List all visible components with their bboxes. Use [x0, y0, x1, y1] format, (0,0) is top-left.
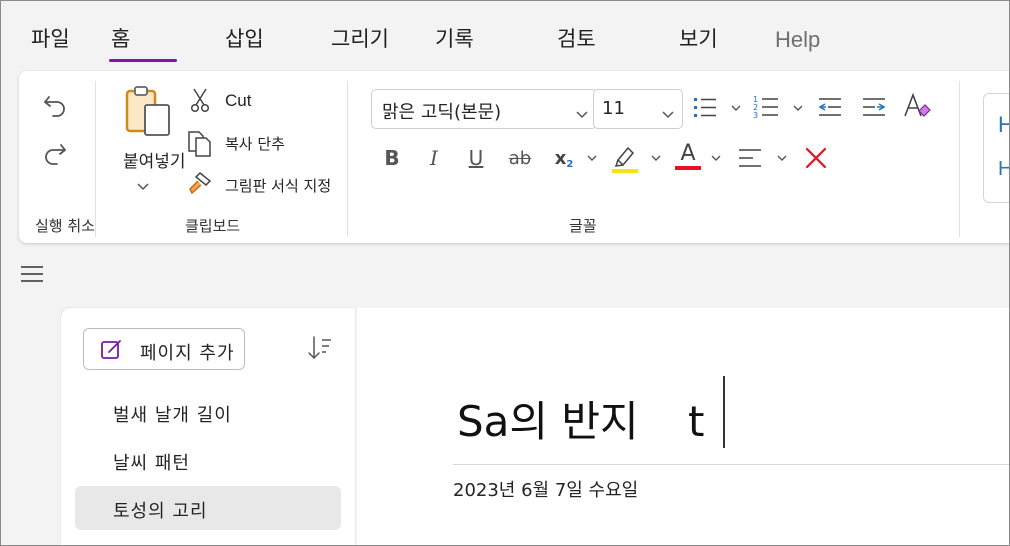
cut-label[interactable]: Cut	[225, 91, 251, 111]
page-date: 2023년 6월 7일 수요일	[453, 480, 639, 501]
app-window: 파일 홈 삽입 그리기 기록 검토 보기 Help 실행 취소 붙여넣기 Cut…	[0, 0, 1010, 546]
chevron-down-icon[interactable]	[649, 151, 663, 165]
cut-icon[interactable]	[187, 87, 213, 113]
bold-button[interactable]: B	[381, 143, 403, 173]
tab-insert[interactable]: 삽입	[225, 23, 264, 53]
format-painter-label[interactable]: 그림판 서식 지정	[225, 175, 331, 196]
numbering-icon[interactable]: 123	[751, 93, 781, 121]
chevron-down-icon[interactable]	[709, 151, 723, 165]
tab-review[interactable]: 검토	[557, 23, 596, 53]
undo-group-label: 실행 취소	[35, 217, 95, 235]
style-heading1-preview: H	[998, 112, 1009, 138]
title-divider	[453, 464, 1009, 465]
format-painter-icon[interactable]	[185, 169, 215, 197]
tab-history[interactable]: 기록	[435, 23, 474, 53]
page-canvas[interactable]: Sa의 반지 t 2023년 6월 7일 수요일	[357, 308, 1009, 545]
page-list-item[interactable]: 벌새 날개 길이	[75, 390, 341, 434]
styles-gallery[interactable]: H H	[983, 93, 1009, 203]
page-title-trail: t	[688, 397, 705, 446]
page-title-text: Sa의 반지	[457, 397, 639, 446]
add-page-button[interactable]: 페이지 추가	[83, 328, 245, 370]
subscript-two-icon: 2	[566, 158, 574, 170]
paste-label[interactable]: 붙여넣기	[123, 147, 186, 172]
bullets-icon[interactable]	[691, 93, 719, 121]
styles-eraser-icon[interactable]	[901, 91, 933, 121]
font-color-button[interactable]: A	[673, 139, 703, 171]
underline-button[interactable]: U	[465, 143, 487, 173]
font-name-value: 맑은 고딕(본문)	[382, 102, 502, 123]
tab-view[interactable]: 보기	[679, 23, 718, 53]
chevron-down-icon[interactable]	[585, 151, 599, 165]
tab-draw[interactable]: 그리기	[331, 23, 389, 53]
align-icon[interactable]	[735, 143, 765, 173]
ribbon-separator	[95, 81, 96, 237]
italic-button[interactable]: I	[423, 143, 445, 173]
copy-label[interactable]: 복사 단추	[225, 133, 285, 154]
tab-file[interactable]: 파일	[31, 23, 70, 53]
page-item-label: 토성의 고리	[113, 501, 208, 522]
page-list-item-selected[interactable]: 토성의 고리	[75, 486, 341, 530]
active-tab-indicator	[109, 59, 177, 62]
ribbon-separator	[347, 81, 348, 237]
copy-icon[interactable]	[185, 129, 215, 157]
font-size-dropdown[interactable]: 11	[593, 89, 683, 129]
chevron-down-icon[interactable]	[791, 101, 805, 115]
style-heading2-preview: H	[998, 158, 1009, 181]
highlight-icon[interactable]	[609, 141, 641, 175]
chevron-down-icon	[576, 104, 588, 123]
page-item-label: 날씨 패턴	[113, 453, 190, 474]
add-page-label: 페이지 추가	[140, 343, 235, 364]
tab-home[interactable]: 홈	[111, 23, 130, 53]
hamburger-menu-icon[interactable]	[21, 266, 45, 284]
chevron-down-icon[interactable]	[729, 101, 743, 115]
tab-help[interactable]: Help	[775, 27, 820, 53]
page-item-label: 벌새 날개 길이	[113, 405, 232, 426]
paste-icon[interactable]	[119, 85, 179, 141]
subscript-button[interactable]: x2	[553, 143, 575, 173]
font-group-label: 글꼴	[569, 217, 597, 235]
font-color-swatch	[675, 165, 701, 170]
text-cursor	[723, 376, 725, 448]
page-list-item[interactable]: 날씨 패턴	[75, 438, 341, 482]
clear-formatting-x-icon[interactable]	[801, 143, 831, 173]
subscript-letter: x	[554, 147, 567, 169]
decrease-indent-icon[interactable]	[815, 93, 845, 121]
font-size-value: 11	[602, 98, 625, 119]
undo-icon[interactable]	[39, 89, 71, 121]
redo-icon[interactable]	[39, 137, 71, 169]
svg-text:3: 3	[753, 111, 758, 120]
ribbon-separator	[959, 81, 960, 237]
strikethrough-button[interactable]: ab	[505, 143, 535, 173]
font-name-dropdown[interactable]: 맑은 고딕(본문)	[371, 89, 597, 129]
paste-dropdown-chevron-icon[interactable]	[135, 179, 151, 195]
clipboard-group-label: 클립보드	[185, 217, 241, 235]
ribbon: 실행 취소 붙여넣기 Cut 복사 단추 그림판 서식 지정 클립보드 맑은 고…	[19, 71, 1009, 243]
chevron-down-icon	[662, 104, 674, 123]
sort-icon[interactable]	[305, 334, 333, 362]
page-list-pane: 페이지 추가 벌새 날개 길이 날씨 패턴 토성의 고리	[61, 308, 355, 545]
chevron-down-icon[interactable]	[775, 151, 789, 165]
add-page-icon	[100, 338, 124, 364]
font-color-letter: A	[680, 140, 696, 166]
increase-indent-icon[interactable]	[859, 93, 889, 121]
page-title[interactable]: Sa의 반지 t	[457, 388, 705, 449]
